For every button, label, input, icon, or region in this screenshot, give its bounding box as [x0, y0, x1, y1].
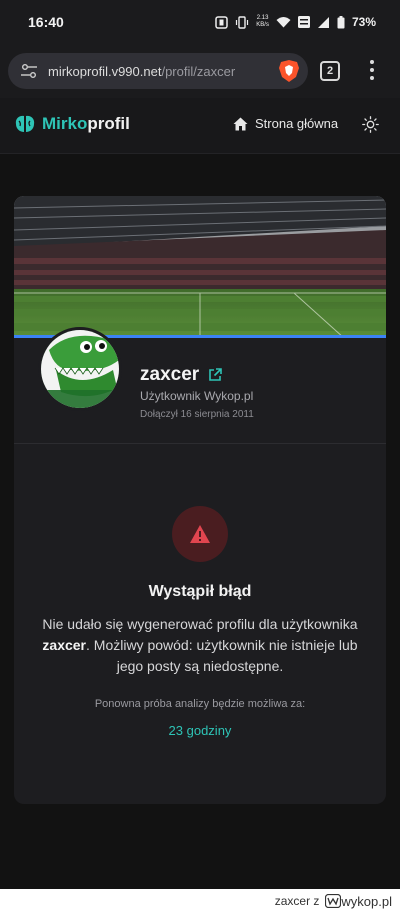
- logo-text-secondary: profil: [87, 114, 130, 133]
- site-header: Mirkoprofil Strona główna: [0, 98, 400, 154]
- wykop-logo-icon: [325, 894, 342, 908]
- warning-icon: [190, 525, 210, 543]
- tab-switcher-button[interactable]: 2: [320, 61, 340, 81]
- error-message-reason: . Możliwy powód: użytkownik nie istnieje…: [86, 637, 358, 674]
- watermark-site: wykop.pl: [341, 893, 392, 909]
- retry-countdown: 23 godziny: [168, 723, 232, 738]
- url-host: mirkoprofil.v990.net: [48, 63, 162, 79]
- external-link-icon[interactable]: [208, 368, 222, 382]
- browser-toolbar: mirkoprofil.v990.net/profil/zaxcer 2: [0, 44, 400, 98]
- error-title: Wystąpił błąd: [148, 583, 252, 600]
- crocodile-avatar-icon: [41, 330, 119, 408]
- volte-icon: [297, 16, 310, 28]
- menu-dot: [370, 68, 374, 72]
- watermark-separator: z: [313, 894, 320, 908]
- sun-icon[interactable]: [362, 116, 379, 133]
- user-type: Użytkownik Wykop.pl: [140, 389, 254, 403]
- error-message: Nie udało się wygenerować profilu dla uż…: [36, 614, 364, 677]
- status-icons: 2.13 KB/s 73%: [215, 15, 376, 29]
- brain-logo-icon: [15, 115, 35, 132]
- battery-percent: 73%: [351, 15, 376, 29]
- retry-label: Ponowna próba analizy będzie możliwa za:: [94, 698, 306, 710]
- wifi-icon: [276, 17, 291, 28]
- error-message-text: Nie udało się wygenerować profilu dla uż…: [42, 616, 358, 632]
- username: zaxcer: [140, 364, 200, 385]
- url-bar[interactable]: mirkoprofil.v990.net/profil/zaxcer: [8, 53, 308, 89]
- divider: [14, 443, 386, 444]
- url-path: /profil/zaxcer: [161, 63, 236, 79]
- logo-text-primary: Mirko: [42, 114, 88, 133]
- status-bar: 16:40 2.13 KB/s 73%: [0, 0, 400, 44]
- url-text: mirkoprofil.v990.net/profil/zaxcer: [48, 64, 235, 79]
- error-badge: [172, 506, 228, 562]
- home-link-label: Strona główna: [255, 116, 339, 131]
- menu-dot: [370, 60, 374, 64]
- menu-dot: [370, 76, 374, 80]
- signal-icon: [317, 17, 329, 28]
- avatar: [38, 327, 122, 411]
- home-icon: [233, 117, 248, 130]
- site-settings-icon[interactable]: [20, 63, 38, 79]
- site-logo[interactable]: Mirkoprofil: [14, 114, 130, 134]
- watermark-strip: zaxcer z wykop.pl: [0, 889, 400, 913]
- battery-icon: [337, 15, 345, 28]
- browser-menu-button[interactable]: [364, 58, 380, 84]
- profile-card: zaxcer Użytkownik Wykop.pl Dołączył 16 s…: [14, 196, 386, 804]
- net-speed: 2.13 KB/s: [256, 15, 269, 28]
- profile-banner-image: [14, 196, 386, 338]
- watermark-user: zaxcer z: [275, 894, 320, 908]
- nfc-icon: [215, 15, 229, 29]
- watermark-logo: wykop.pl: [325, 894, 392, 909]
- join-date: Dołączył 16 sierpnia 2011: [140, 409, 254, 420]
- brave-shield-icon[interactable]: [278, 59, 300, 83]
- home-link[interactable]: Strona główna: [233, 116, 338, 131]
- watermark-username: zaxcer: [274, 894, 311, 908]
- clock: 16:40: [28, 14, 64, 30]
- error-message-username: zaxcer: [42, 637, 86, 653]
- vibrate-icon: [236, 15, 249, 29]
- username-row: zaxcer: [140, 364, 222, 386]
